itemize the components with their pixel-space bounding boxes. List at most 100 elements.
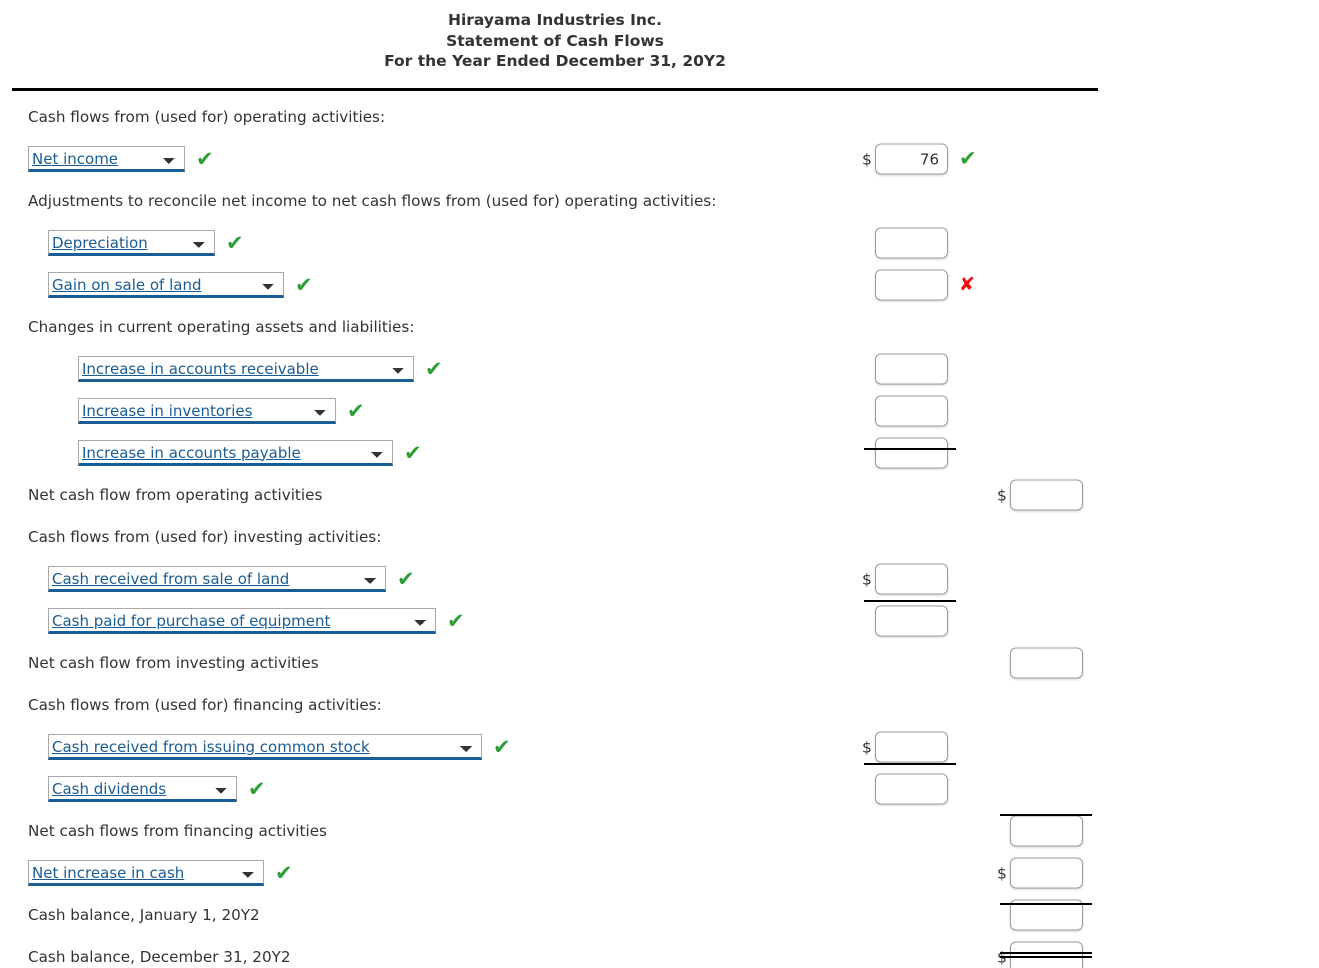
subtotal-rule-operating	[864, 448, 956, 450]
row-cash-dividends: Cash dividends ✔ $	[0, 768, 1319, 810]
financing-activities-heading: Cash flows from (used for) financing act…	[28, 696, 382, 714]
input-net-investing-amount[interactable]	[1010, 647, 1083, 679]
row-changes-heading: Changes in current operating assets and …	[0, 306, 1319, 348]
select-net-increase-in-cash[interactable]: Net increase in cash	[28, 860, 264, 886]
net-income-select-group: Net income ✔	[28, 146, 214, 172]
header-divider-rule	[12, 88, 1098, 91]
input-gain-on-sale-amount[interactable]	[875, 269, 948, 301]
row-sale-of-land: Cash received from sale of land ✔ $	[0, 558, 1319, 600]
row-net-income: Net income ✔ $ ✔	[0, 138, 1319, 180]
input-net-increase-cash-amount[interactable]	[1010, 857, 1083, 889]
check-icon: ✔	[404, 440, 422, 465]
dollar-sign: $	[862, 570, 872, 588]
row-increase-accounts-receivable: Increase in accounts receivable ✔ $	[0, 348, 1319, 390]
depreciation-amount-group: $	[862, 227, 948, 259]
row-increase-inventories: Increase in inventories ✔ $	[0, 390, 1319, 432]
check-icon: ✔	[425, 356, 443, 381]
company-name: Hirayama Industries Inc.	[447, 11, 663, 29]
net-financing-amount-group: $	[997, 815, 1083, 847]
check-icon: ✔	[275, 860, 293, 885]
increase-inventories-select-group: Increase in inventories ✔	[78, 398, 365, 424]
row-cash-balance-end: Cash balance, December 31, 20Y2 $	[0, 936, 1319, 968]
select-cash-received-issuing-common-stock[interactable]: Cash received from issuing common stock	[48, 734, 482, 760]
increase-ar-amount-group: $	[862, 353, 948, 385]
row-net-operating: Net cash flow from operating activities …	[0, 474, 1319, 516]
check-icon: ✔	[493, 734, 511, 759]
purchase-equipment-select-group: Cash paid for purchase of equipment ✔	[48, 608, 465, 634]
select-net-income[interactable]: Net income	[28, 146, 185, 172]
select-gain-on-sale-of-land[interactable]: Gain on sale of land	[48, 272, 284, 298]
row-purchase-equipment: Cash paid for purchase of equipment ✔ $	[0, 600, 1319, 642]
check-icon: ✔	[226, 230, 244, 255]
cash-balance-end-amount-group: $	[997, 941, 1083, 968]
subtotal-rule-net-increase	[1000, 814, 1092, 816]
input-depreciation-amount[interactable]	[875, 227, 948, 259]
net-increase-cash-amount-group: $	[997, 857, 1083, 889]
row-increase-accounts-payable: Increase in accounts payable ✔ $	[0, 432, 1319, 474]
row-net-investing: Net cash flow from investing activities …	[0, 642, 1319, 684]
select-depreciation[interactable]: Depreciation	[48, 230, 215, 256]
dollar-sign: $	[862, 150, 872, 168]
cross-icon: ✘	[959, 273, 975, 296]
select-cash-received-sale-of-land[interactable]: Cash received from sale of land	[48, 566, 386, 592]
increase-ap-amount-group: $	[862, 437, 948, 469]
statement-period: For the Year Ended December 31, 20Y2	[384, 52, 726, 70]
depreciation-select-group: Depreciation ✔	[48, 230, 244, 256]
sale-of-land-select-group: Cash received from sale of land ✔	[48, 566, 415, 592]
dollar-sign: $	[862, 738, 872, 756]
cash-balance-begin-label: Cash balance, January 1, 20Y2	[28, 906, 260, 924]
increase-ar-select-group: Increase in accounts receivable ✔	[78, 356, 443, 382]
input-net-income-amount[interactable]	[875, 143, 948, 175]
select-increase-accounts-receivable[interactable]: Increase in accounts receivable	[78, 356, 414, 382]
row-issuing-stock: Cash received from issuing common stock …	[0, 726, 1319, 768]
input-purchase-equipment-amount[interactable]	[875, 605, 948, 637]
input-sale-of-land-amount[interactable]	[875, 563, 948, 595]
input-net-financing-amount[interactable]	[1010, 815, 1083, 847]
adjustments-heading: Adjustments to reconcile net income to n…	[28, 192, 717, 210]
input-increase-ap-amount[interactable]	[875, 437, 948, 469]
dollar-sign: $	[997, 864, 1007, 882]
input-cash-balance-end-amount[interactable]	[1010, 941, 1083, 968]
net-operating-amount-group: $	[997, 479, 1083, 511]
cash-dividends-amount-group: $	[862, 773, 948, 805]
row-adjustments-heading: Adjustments to reconcile net income to n…	[0, 180, 1319, 222]
net-investing-amount-group: $	[997, 647, 1083, 679]
purchase-equipment-amount-group: $	[862, 605, 948, 637]
row-operating-heading: Cash flows from (used for) operating act…	[0, 96, 1319, 138]
input-cash-dividends-amount[interactable]	[875, 773, 948, 805]
select-increase-inventories[interactable]: Increase in inventories	[78, 398, 336, 424]
row-cash-balance-begin: Cash balance, January 1, 20Y2 $	[0, 894, 1319, 936]
select-cash-paid-purchase-equipment[interactable]: Cash paid for purchase of equipment	[48, 608, 436, 634]
issuing-stock-amount-group: $	[862, 731, 948, 763]
gain-on-sale-amount-group: $ ✘	[862, 269, 975, 301]
net-increase-cash-select-group: Net increase in cash ✔	[28, 860, 293, 886]
cash-balance-end-label: Cash balance, December 31, 20Y2	[28, 948, 291, 966]
operating-activities-heading: Cash flows from (used for) operating act…	[28, 108, 386, 126]
issuing-stock-select-group: Cash received from issuing common stock …	[48, 734, 511, 760]
row-net-financing: Net cash flows from financing activities…	[0, 810, 1319, 852]
check-icon: ✔	[295, 272, 313, 297]
cash-flow-statement-page: Hirayama Industries Inc. Statement of Ca…	[0, 0, 1319, 968]
check-icon: ✔	[347, 398, 365, 423]
select-increase-accounts-payable[interactable]: Increase in accounts payable	[78, 440, 393, 466]
input-issuing-stock-amount[interactable]	[875, 731, 948, 763]
statement-header: Hirayama Industries Inc. Statement of Ca…	[0, 10, 1110, 72]
changes-heading: Changes in current operating assets and …	[28, 318, 415, 336]
check-icon: ✔	[397, 566, 415, 591]
investing-activities-heading: Cash flows from (used for) investing act…	[28, 528, 382, 546]
increase-inventories-amount-group: $	[862, 395, 948, 427]
input-increase-inventories-amount[interactable]	[875, 395, 948, 427]
row-investing-heading: Cash flows from (used for) investing act…	[0, 516, 1319, 558]
row-net-increase-in-cash: Net increase in cash ✔ $	[0, 852, 1319, 894]
subtotal-rule-cash-balance	[1000, 903, 1092, 905]
net-investing-label: Net cash flow from investing activities	[28, 654, 319, 672]
gain-on-sale-select-group: Gain on sale of land ✔	[48, 272, 313, 298]
net-income-amount-group: $ ✔	[862, 143, 977, 175]
subtotal-rule-financing	[864, 763, 956, 765]
input-net-operating-amount[interactable]	[1010, 479, 1083, 511]
check-icon: ✔	[248, 776, 266, 801]
input-increase-ar-amount[interactable]	[875, 353, 948, 385]
cash-dividends-select-group: Cash dividends ✔	[48, 776, 266, 802]
row-financing-heading: Cash flows from (used for) financing act…	[0, 684, 1319, 726]
select-cash-dividends[interactable]: Cash dividends	[48, 776, 237, 802]
